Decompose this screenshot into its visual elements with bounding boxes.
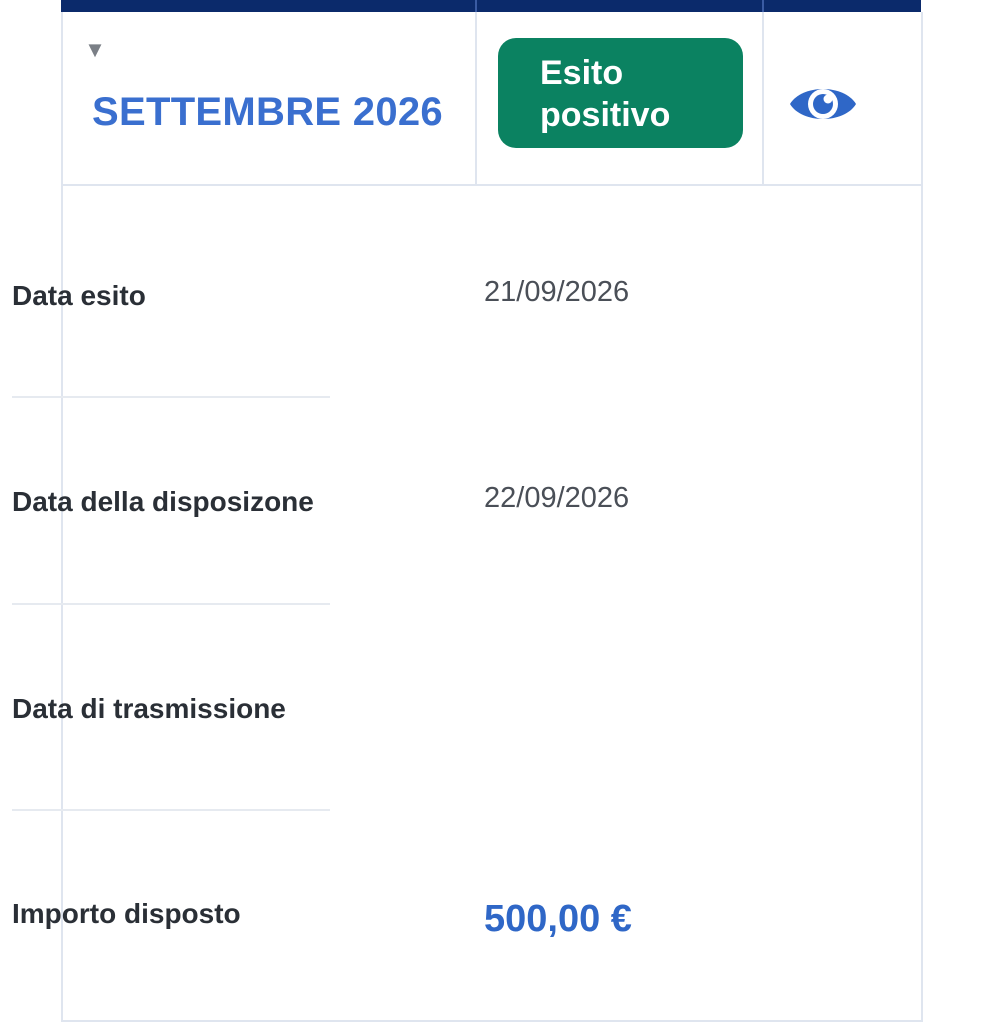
column-divider — [475, 12, 477, 186]
header-bar-divider — [762, 0, 764, 12]
eye-icon — [790, 89, 856, 119]
row-divider — [12, 603, 330, 605]
row-divider — [12, 809, 330, 811]
period-title: SETTEMBRE 2026 — [92, 90, 443, 134]
detail-label-importo: Importo disposto — [12, 898, 241, 929]
detail-label-data-trasmissione: Data di trasmissione — [12, 693, 286, 724]
detail-value-data-disposizione: 22/09/2026 — [484, 482, 630, 514]
detail-value-data-esito: 21/09/2026 — [484, 276, 630, 308]
header-bar-divider — [475, 0, 477, 12]
column-divider — [762, 12, 764, 186]
status-badge: Esito positivo — [498, 38, 743, 148]
triangle-down-icon[interactable]: ▼ — [83, 38, 107, 62]
row-divider — [12, 396, 330, 398]
detail-label-data-disposizione: Data della disposizone — [12, 486, 314, 517]
view-details-button[interactable] — [788, 78, 858, 130]
table-header-bar — [61, 0, 921, 12]
detail-label-data-esito: Data esito — [12, 280, 146, 311]
detail-value-importo: 500,00 € — [484, 898, 632, 940]
